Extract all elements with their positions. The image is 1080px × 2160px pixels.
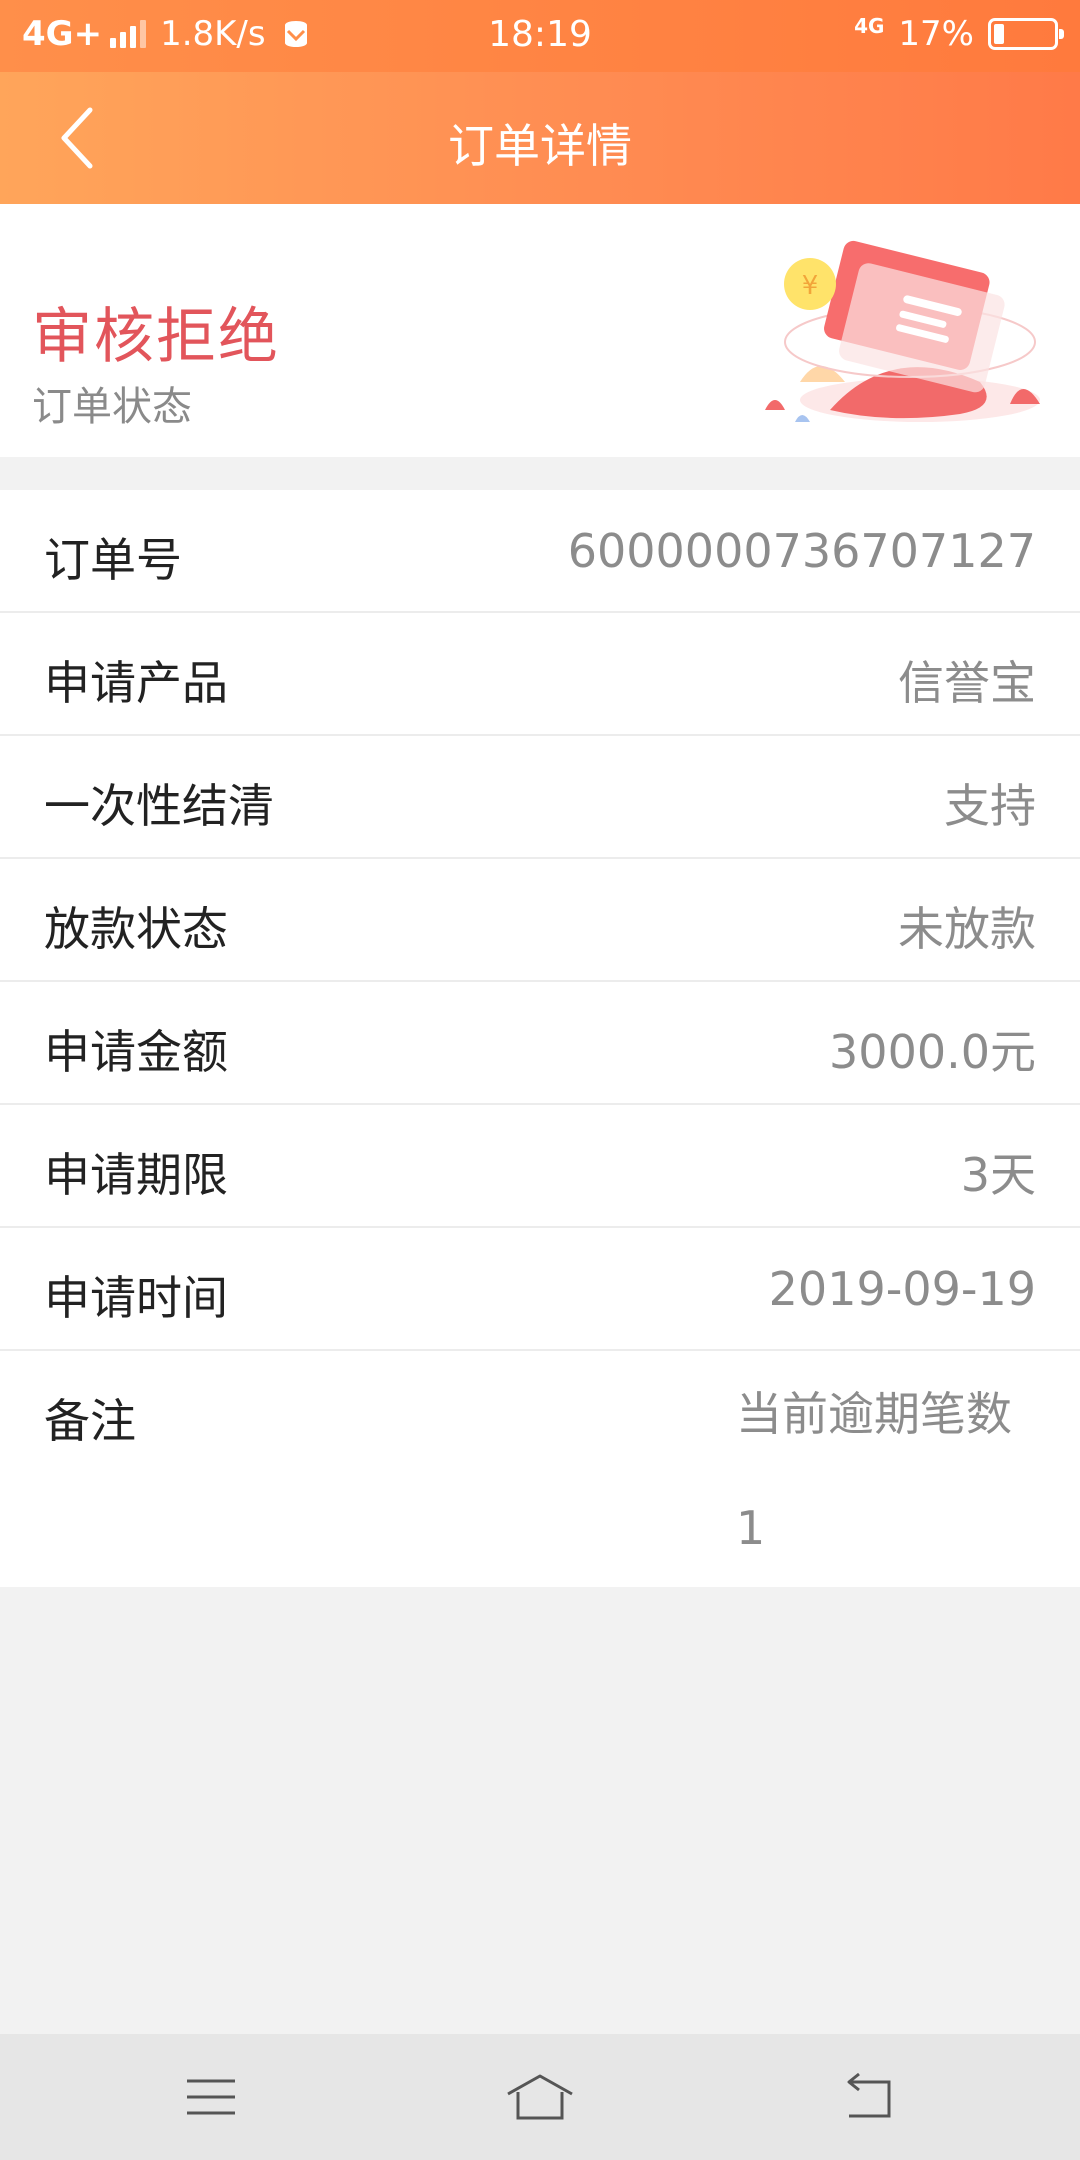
detail-value: 支持 — [944, 779, 1036, 833]
detail-label: 申请时间 — [44, 1271, 228, 1325]
detail-value: 未放款 — [898, 902, 1036, 956]
menu-button[interactable] — [166, 2062, 256, 2132]
detail-label: 申请期限 — [44, 1148, 228, 1202]
detail-row-loan-status: 放款状态 未放款 — [0, 859, 1080, 982]
detail-value: 信誉宝 — [898, 656, 1036, 710]
order-status-value: 审核拒绝 — [32, 302, 280, 372]
detail-row-product: 申请产品 信誉宝 — [0, 613, 1080, 736]
back-arrow-icon — [847, 2072, 891, 2118]
detail-row-term: 申请期限 3天 — [0, 1105, 1080, 1228]
detail-row-one-time-settlement: 一次性结清 支持 — [0, 736, 1080, 859]
svg-text:¥: ¥ — [802, 271, 819, 301]
detail-label: 订单号 — [44, 533, 182, 587]
network-type-secondary: 4G — [854, 14, 885, 38]
app-header: 订单详情 — [0, 72, 1080, 204]
detail-label: 申请金额 — [44, 1025, 228, 1079]
system-nav-bar — [0, 2034, 1080, 2160]
note-value: 当前逾期笔数 1 — [736, 1387, 1012, 1555]
detail-value: 3天 — [960, 1148, 1036, 1202]
battery-icon — [988, 18, 1064, 50]
detail-label: 放款状态 — [44, 902, 228, 956]
note-label: 备注 — [44, 1394, 136, 1448]
home-icon — [507, 2074, 573, 2120]
menu-icon — [187, 2079, 235, 2115]
detail-row-note: 备注 当前逾期笔数 1 — [0, 1351, 1080, 1587]
status-bar: 4G+ 1.8K/s 18:19 4G 17% — [0, 0, 1080, 72]
detail-row-order-number: 订单号 6000000736707127 — [0, 490, 1080, 613]
detail-label: 一次性结清 — [44, 779, 274, 833]
page-title: 订单详情 — [448, 119, 632, 173]
order-detail-list: 订单号 6000000736707127 申请产品 信誉宝 一次性结清 支持 放… — [0, 490, 1080, 1587]
battery-level — [994, 24, 1004, 44]
order-status-label: 订单状态 — [32, 384, 192, 430]
status-bar-right: 4G 17% — [854, 14, 1064, 54]
detail-value: 3000.0元 — [829, 1025, 1036, 1079]
detail-value: 6000000736707127 — [567, 524, 1036, 578]
system-back-button[interactable] — [824, 2062, 914, 2132]
home-button[interactable] — [495, 2062, 585, 2132]
card-illustration-icon: ¥ — [765, 240, 1040, 422]
battery-percent: 17% — [898, 14, 974, 54]
detail-row-apply-time: 申请时间 2019-09-19 — [0, 1228, 1080, 1351]
order-status-card: 审核拒绝 订单状态 ¥ — [0, 204, 1080, 457]
detail-value: 2019-09-19 — [768, 1262, 1036, 1316]
detail-label: 申请产品 — [44, 656, 228, 710]
detail-row-amount: 申请金额 3000.0元 — [0, 982, 1080, 1105]
